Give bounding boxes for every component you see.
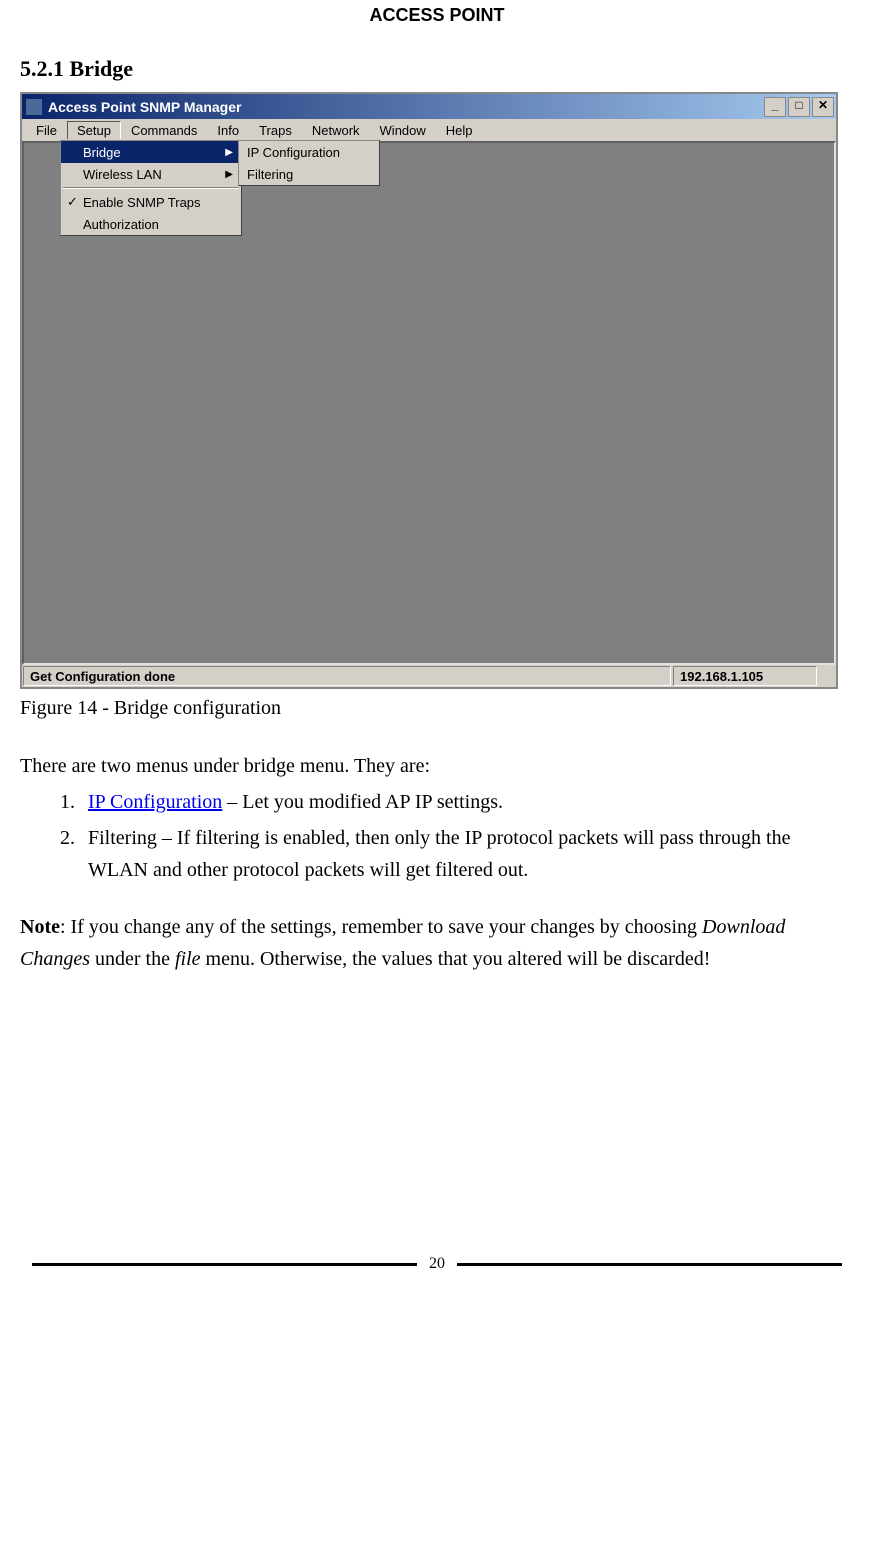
menu-commands[interactable]: Commands <box>121 121 207 140</box>
menu-network[interactable]: Network <box>302 121 370 140</box>
menu-info[interactable]: Info <box>207 121 249 140</box>
footer-rule <box>457 1263 842 1266</box>
list-item: IP Configuration – Let you modified AP I… <box>80 786 854 818</box>
page-footer: 20 <box>20 1255 854 1293</box>
dropdown-bridge[interactable]: Bridge ▶ <box>61 141 241 163</box>
menu-help[interactable]: Help <box>436 121 483 140</box>
body-intro: There are two menus under bridge menu. T… <box>20 750 854 782</box>
statusbar: Get Configuration done 192.168.1.105 <box>22 665 836 687</box>
menu-window[interactable]: Window <box>370 121 436 140</box>
app-window: Access Point SNMP Manager _ □ ✕ File Set… <box>20 92 838 689</box>
list-item: Filtering – If filtering is enabled, the… <box>80 822 854 886</box>
checkmark-icon: ✓ <box>67 194 78 210</box>
dropdown-authorization-label: Authorization <box>83 217 159 232</box>
dropdown-wireless-lan[interactable]: Wireless LAN ▶ <box>61 163 241 185</box>
submenu-filtering[interactable]: Filtering <box>239 163 379 185</box>
status-message: Get Configuration done <box>23 666 671 686</box>
menu-traps[interactable]: Traps <box>249 121 302 140</box>
submenu-arrow-icon: ▶ <box>225 169 233 180</box>
figure-caption: Figure 14 - Bridge configuration <box>20 697 854 720</box>
note-label: Note <box>20 916 60 938</box>
minimize-button[interactable]: _ <box>764 97 786 117</box>
dropdown-enable-snmp-traps[interactable]: ✓ Enable SNMP Traps <box>61 191 241 213</box>
resize-grip-icon[interactable] <box>818 665 836 687</box>
footer-rule <box>32 1263 417 1266</box>
status-ip: 192.168.1.105 <box>673 666 817 686</box>
dropdown-authorization[interactable]: Authorization <box>61 213 241 235</box>
bridge-submenu: IP Configuration Filtering <box>238 140 380 186</box>
titlebar: Access Point SNMP Manager _ □ ✕ <box>22 94 836 119</box>
note-text: menu. Otherwise, the values that you alt… <box>201 948 711 970</box>
note-paragraph: Note: If you change any of the settings,… <box>20 911 854 975</box>
page-header: ACCESS POINT <box>20 5 854 26</box>
note-text: : If you change any of the settings, rem… <box>60 916 702 938</box>
note-italic: file <box>175 948 201 970</box>
menu-setup[interactable]: Setup <box>67 121 121 139</box>
section-heading: 5.2.1 Bridge <box>20 56 854 82</box>
note-text: under the <box>90 948 175 970</box>
submenu-arrow-icon: ▶ <box>225 147 233 158</box>
list-item-text: – Let you modified AP IP settings. <box>222 791 503 813</box>
menubar: File Setup Commands Info Traps Network W… <box>22 119 836 141</box>
ip-configuration-link[interactable]: IP Configuration <box>88 791 222 813</box>
app-icon <box>26 99 42 115</box>
dropdown-bridge-label: Bridge <box>83 145 121 160</box>
menu-file[interactable]: File <box>26 121 67 140</box>
window-title: Access Point SNMP Manager <box>48 99 241 115</box>
body-list: IP Configuration – Let you modified AP I… <box>20 786 854 886</box>
page-number: 20 <box>429 1255 445 1273</box>
maximize-button[interactable]: □ <box>788 97 810 117</box>
dropdown-separator <box>63 187 239 189</box>
submenu-ip-configuration[interactable]: IP Configuration <box>239 141 379 163</box>
dropdown-wireless-lan-label: Wireless LAN <box>83 167 162 182</box>
dropdown-enable-snmp-traps-label: Enable SNMP Traps <box>83 195 201 210</box>
close-button[interactable]: ✕ <box>812 97 834 117</box>
setup-dropdown: Bridge ▶ Wireless LAN ▶ ✓ Enable SNMP Tr… <box>60 140 242 236</box>
